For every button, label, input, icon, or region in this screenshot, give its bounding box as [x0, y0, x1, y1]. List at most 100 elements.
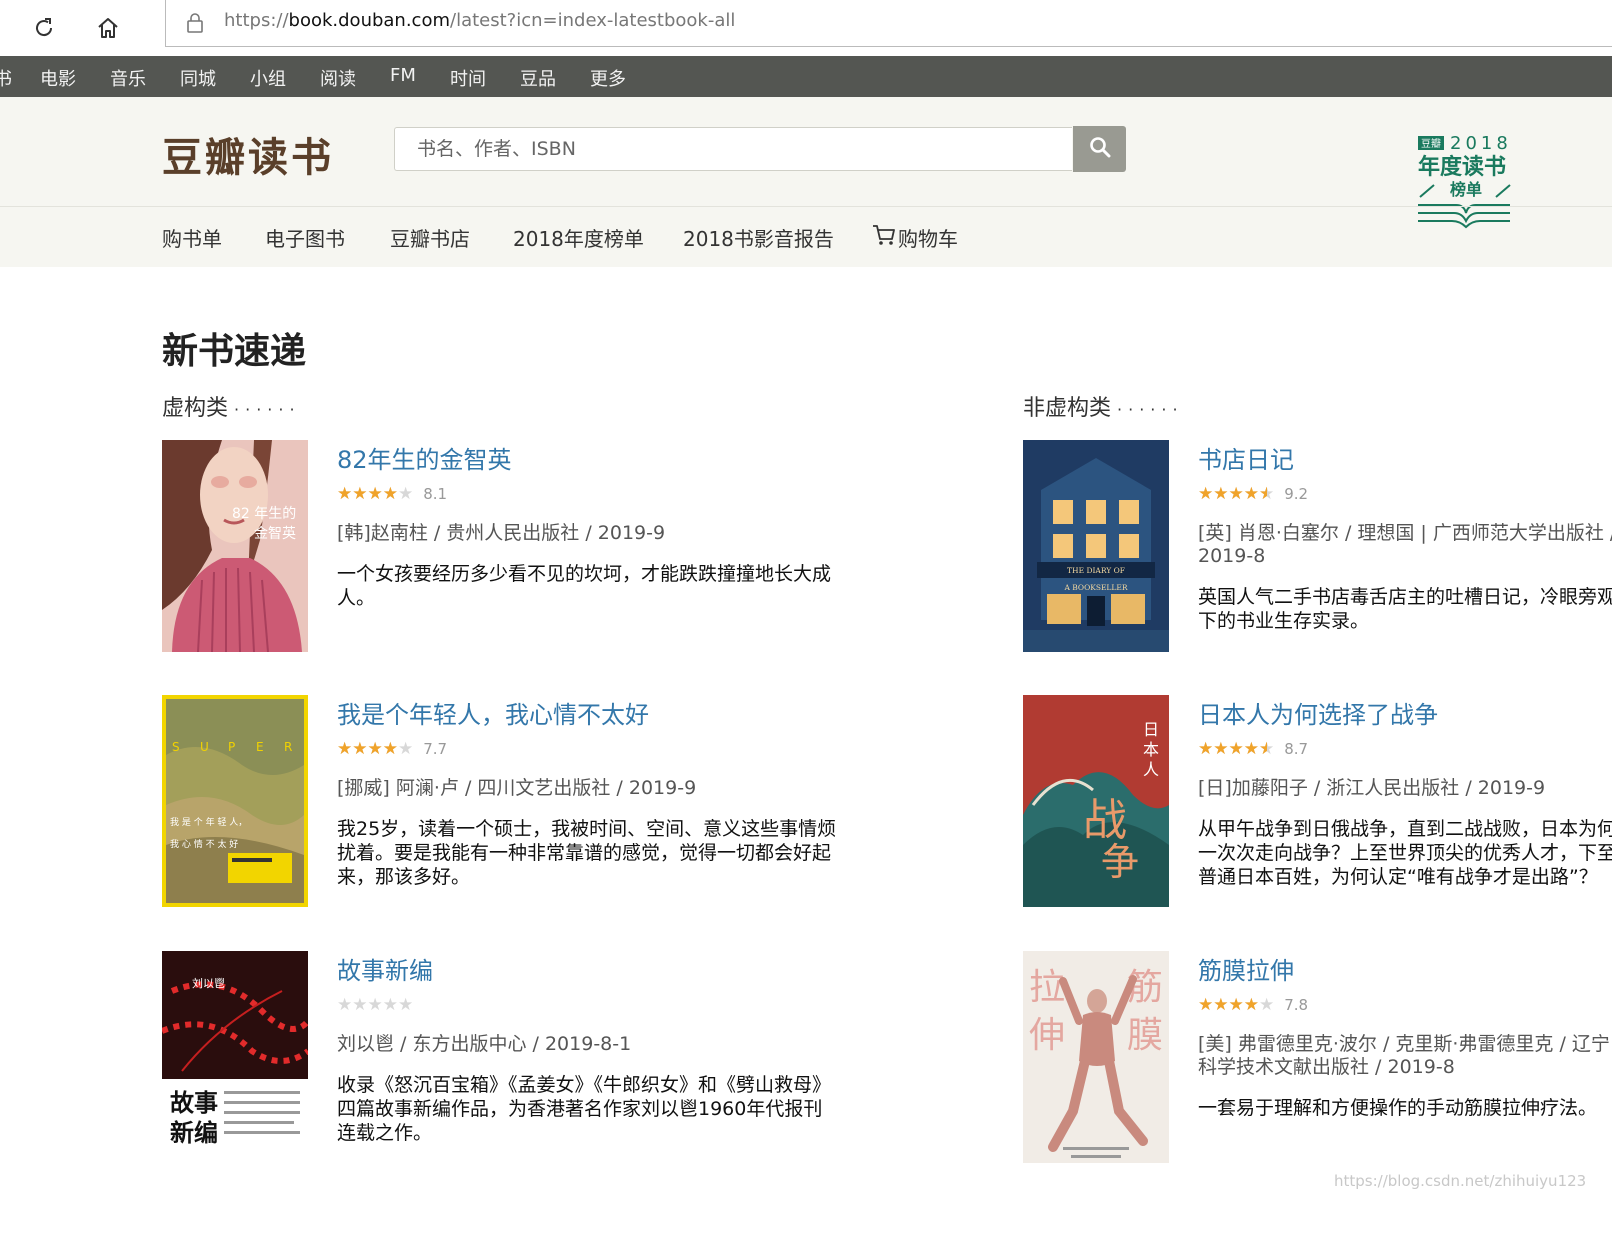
global-nav-movie[interactable]: 电影: [40, 65, 76, 91]
rating-stars: ★★★★★★★★★★: [337, 484, 414, 504]
reload-icon[interactable]: [24, 8, 64, 48]
watermark: https://blog.csdn.net/zhihuiyu123: [1334, 1172, 1587, 1190]
page-title: 新书速递: [162, 331, 307, 372]
svg-text:P: P: [228, 740, 235, 754]
svg-text:拉: 拉: [1029, 967, 1065, 1008]
svg-text:THE DIARY OF: THE DIARY OF: [1067, 566, 1125, 575]
book-title-link[interactable]: 故事新编: [337, 951, 433, 986]
rating-stars: ★★★★★★★★★★: [337, 739, 414, 759]
rating-score: 8.1: [423, 485, 448, 503]
book-description: 从甲午战争到日俄战争，直到二战战败，日本为何一次次走向战争？上至世界顶尖的优秀人…: [1198, 818, 1612, 888]
svg-text:人: 人: [1143, 760, 1159, 779]
sub-nav-ebook[interactable]: 电子图书: [265, 223, 345, 252]
book-title-link[interactable]: 我是个年轻人，我心情不太好: [337, 695, 649, 730]
book-title-link[interactable]: 日本人为何选择了战争: [1198, 695, 1438, 730]
book-description: 英国人气二手书店毒舌店主的吐槽日记，冷眼旁观下的书业生存实录。: [1198, 586, 1612, 632]
rating-score: 8.7: [1284, 740, 1309, 758]
book-title-link[interactable]: 书店日记: [1198, 440, 1294, 475]
book-meta: [韩]赵南柱 / 贵州人民出版社 / 2019-9: [337, 522, 666, 544]
badge-year: 2018: [1450, 133, 1512, 154]
global-nav-read[interactable]: 阅读: [320, 65, 356, 91]
rating-stars: ★★★★★★★★★★: [1198, 739, 1275, 759]
global-nav-local[interactable]: 同城: [180, 65, 216, 91]
svg-text:82 年生的: 82 年生的: [232, 506, 296, 522]
badge-title: 年度读书: [1418, 154, 1506, 180]
book-cover[interactable]: 日 本 人 战 争: [1023, 695, 1169, 907]
book-description: 我25岁，读着一个硕士，我被时间、空间、意义这些事情烦扰着。要是我能有一种非常靠…: [337, 818, 837, 888]
nonfiction-column: 非虚构类 ······ THE DIARY OF A BOOKSELLER 书店日…: [1000, 380, 1612, 1233]
global-nav-fm[interactable]: FM: [390, 65, 416, 86]
global-nav-time[interactable]: 时间: [450, 65, 486, 91]
home-icon[interactable]: [88, 8, 128, 48]
book-description: 一套易于理解和方便操作的手动筋膜拉伸疗法。: [1198, 1097, 1598, 1119]
book-description: 一个女孩要经历多少看不见的坎坷，才能跌跌撞撞地长大成人。: [337, 563, 832, 609]
global-nav-market[interactable]: 豆品: [520, 65, 556, 91]
global-nav-music[interactable]: 音乐: [110, 65, 146, 91]
svg-text:U: U: [200, 740, 209, 754]
svg-text:金智英: 金智英: [254, 525, 296, 542]
search-button[interactable]: [1073, 126, 1126, 172]
svg-text:新编: 新编: [170, 1118, 218, 1147]
svg-text:故事: 故事: [170, 1088, 218, 1117]
rating-stars: ★★★★★★★★★★: [337, 995, 414, 1015]
svg-text:刘以鬯: 刘以鬯: [192, 977, 225, 990]
book-description: 收录《怒沉百宝箱》《孟姜女》《牛郎织女》和《劈山救母》四篇故事新编作品，为香港著…: [337, 1074, 832, 1144]
svg-text:膜: 膜: [1127, 1015, 1163, 1056]
sub-nav-bookstore[interactable]: 豆瓣书店: [390, 223, 470, 252]
badge-brand: 豆瓣: [1421, 138, 1441, 150]
book-rating: ★★★★★★★★★★ 7.8: [1198, 995, 1308, 1015]
svg-text:S: S: [172, 740, 180, 754]
site-logo[interactable]: 豆瓣读书: [162, 125, 334, 183]
book-rating: ★★★★★★★★★★ 8.1: [337, 484, 447, 504]
badge-subtitle: 榜单: [1450, 180, 1482, 199]
annual-list-badge[interactable]: 豆瓣 2018 年度读书 榜单: [1416, 133, 1516, 229]
book-cover[interactable]: THE DIARY OF A BOOKSELLER: [1023, 440, 1169, 652]
book-cover[interactable]: 82 年生的 金智英: [162, 440, 308, 652]
book-rating: ★★★★★★★★★★: [337, 995, 423, 1015]
book-cover[interactable]: S U P E R 我 是 个 年 轻 人， 我 心 情 不 太 好: [162, 695, 308, 907]
sub-nav-annual-list[interactable]: 2018年度榜单: [513, 223, 644, 252]
book-title-link[interactable]: 82年生的金智英: [337, 440, 512, 475]
lock-icon: [186, 12, 204, 38]
global-nav: 书 电影 音乐 同城 小组 阅读 FM 时间 豆品 更多: [0, 56, 1612, 97]
cart-label: 购物车: [898, 227, 958, 251]
book-rating: ★★★★★★★★★★ 9.2: [1198, 484, 1308, 504]
sub-nav-cart[interactable]: 购物车: [872, 223, 958, 252]
book-rating: ★★★★★★★★★★ 7.7: [337, 739, 447, 759]
book-meta: 刘以鬯 / 东方出版中心 / 2019-8-1: [337, 1033, 632, 1055]
rating-stars: ★★★★★★★★★★: [1198, 484, 1275, 504]
sub-nav-annual-report[interactable]: 2018书影音报告: [683, 223, 834, 252]
header-divider: [0, 206, 1612, 207]
book-cover[interactable]: 刘以鬯 故事 新编: [162, 951, 308, 1163]
global-nav-book[interactable]: 书: [0, 65, 12, 91]
book-title-link[interactable]: 筋膜拉伸: [1198, 951, 1294, 986]
rating-score: 7.8: [1284, 996, 1309, 1014]
search-input[interactable]: [394, 127, 1072, 171]
rating-score: 7.7: [423, 740, 448, 758]
svg-text:本: 本: [1143, 740, 1159, 759]
section-fiction-heading: 虚构类 ······: [162, 396, 301, 421]
svg-text:战: 战: [1083, 795, 1127, 846]
svg-text:争: 争: [1101, 840, 1139, 884]
browser-toolbar: https://book.douban.com/latest?icn=index…: [0, 0, 1612, 57]
svg-text:日: 日: [1143, 720, 1159, 739]
svg-text:我 是 个 年 轻 人，: 我 是 个 年 轻 人，: [170, 816, 247, 828]
svg-text:E: E: [256, 740, 264, 754]
global-nav-group[interactable]: 小组: [250, 65, 286, 91]
section-nonfiction-heading: 非虚构类 ······: [1023, 396, 1184, 421]
svg-text:A BOOKSELLER: A BOOKSELLER: [1063, 583, 1127, 592]
svg-text:伸: 伸: [1029, 1015, 1065, 1056]
sub-nav-booklist[interactable]: 购书单: [162, 223, 222, 252]
rating-score: 9.2: [1284, 485, 1309, 503]
book-cover[interactable]: 拉 伸 筋 膜: [1023, 951, 1169, 1163]
svg-text:R: R: [284, 740, 292, 754]
rating-stars: ★★★★★★★★★★: [1198, 995, 1275, 1015]
global-nav-more[interactable]: 更多: [590, 65, 626, 91]
book-meta: [挪威] 阿澜·卢 / 四川文艺出版社 / 2019-9: [337, 777, 697, 799]
url-text: https://book.douban.com/latest?icn=index…: [224, 10, 736, 31]
book-meta: [日]加藤阳子 / 浙江人民出版社 / 2019-9: [1198, 777, 1546, 799]
cart-icon: [872, 224, 896, 251]
site-header: 豆瓣读书 豆瓣 2018 年度读书 榜单 购书单 电子图书 豆瓣书店 2018年…: [0, 97, 1612, 267]
address-bar[interactable]: https://book.douban.com/latest?icn=index…: [165, 0, 1612, 47]
book-meta: [英] 肖恩·白塞尔 / 理想国 | 广西师范大学出版社 / 2019-8: [1198, 522, 1612, 567]
